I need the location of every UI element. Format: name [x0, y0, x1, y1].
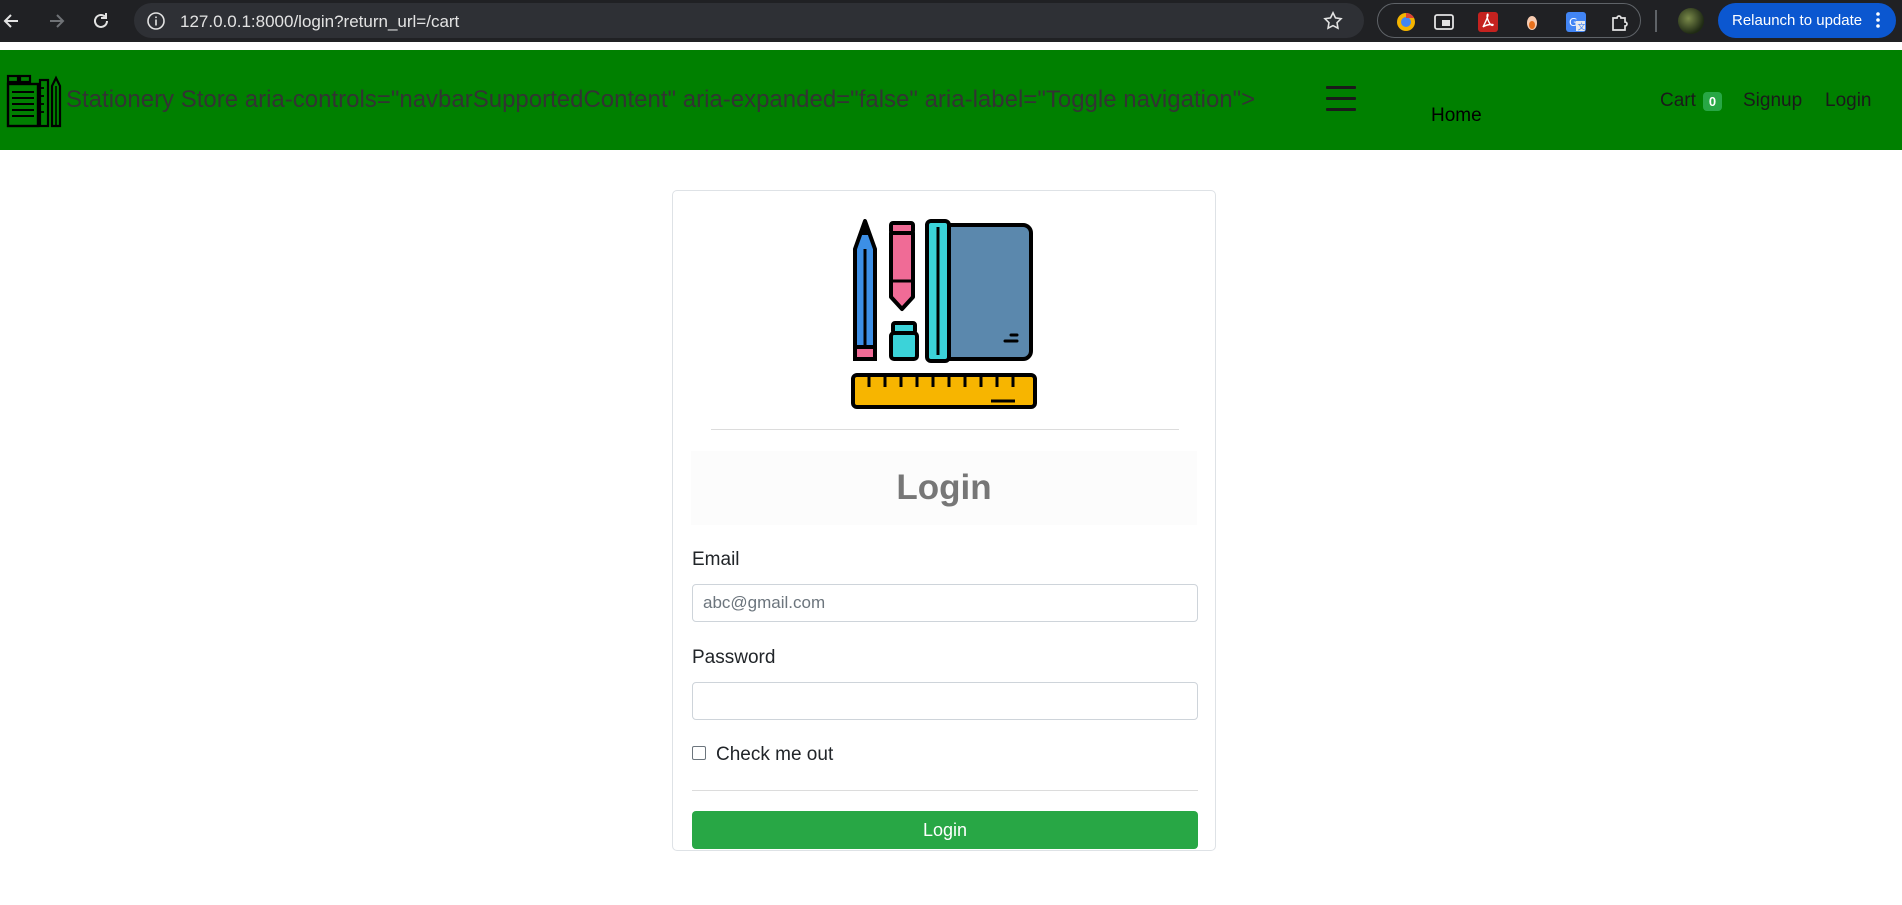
relaunch-label: Relaunch to update [1732, 12, 1863, 29]
pdf-extension-icon[interactable] [1477, 11, 1499, 33]
picture-in-picture-icon[interactable] [1433, 11, 1455, 33]
email-label: Email [692, 549, 740, 570]
login-card: Login Email Password Check me out Login [672, 190, 1216, 851]
stationery-illustration [851, 219, 1041, 415]
nav-link-signup[interactable]: Signup [1743, 90, 1802, 112]
nav-link-home[interactable]: Home [1431, 105, 1482, 127]
svg-text:文: 文 [1578, 22, 1586, 32]
password-field[interactable] [692, 682, 1198, 720]
forward-icon[interactable] [44, 9, 68, 33]
bookmark-star-icon[interactable] [1322, 10, 1344, 37]
more-menu-icon[interactable] [1868, 10, 1888, 34]
extensions-group: G文 [1377, 3, 1641, 38]
login-submit-button[interactable]: Login [692, 811, 1198, 849]
form-title-box: Login [691, 451, 1197, 525]
store-logo-icon[interactable] [6, 70, 66, 130]
nav-link-cart[interactable]: Cart 0 [1660, 90, 1723, 112]
record-extension-icon[interactable] [1521, 11, 1543, 33]
brand-name[interactable]: Stationery Store aria-controls="navbarSu… [66, 86, 1255, 114]
toolbar-divider [1655, 10, 1657, 32]
divider [692, 790, 1198, 791]
navbar-toggle-icon[interactable] [1326, 86, 1356, 112]
site-navbar: Stationery Store aria-controls="navbarSu… [0, 50, 1902, 150]
email-field[interactable] [692, 584, 1198, 622]
translate-extension-icon[interactable]: G文 [1565, 11, 1587, 33]
relaunch-button[interactable]: Relaunch to update [1718, 3, 1896, 38]
url-text: 127.0.0.1:8000/login?return_url=/cart [180, 12, 460, 31]
cart-count-badge: 0 [1702, 91, 1723, 111]
check-me-out-row[interactable]: Check me out [692, 744, 833, 766]
site-info-icon[interactable] [146, 11, 166, 36]
extensions-puzzle-icon[interactable] [1609, 11, 1631, 33]
check-me-out-checkbox[interactable] [692, 746, 706, 760]
browser-toolbar: 127.0.0.1:8000/login?return_url=/cart G文… [0, 0, 1902, 42]
password-label: Password [692, 647, 776, 668]
reload-icon[interactable] [89, 9, 113, 33]
page-title: Login [896, 468, 992, 507]
nav-cart-label: Cart [1660, 90, 1696, 111]
back-icon[interactable] [0, 9, 24, 33]
address-bar[interactable]: 127.0.0.1:8000/login?return_url=/cart [134, 3, 1364, 38]
nav-link-login[interactable]: Login [1825, 90, 1872, 112]
chrome-extension-icon[interactable] [1395, 11, 1417, 33]
divider [711, 429, 1179, 430]
check-me-out-label[interactable]: Check me out [716, 744, 833, 766]
profile-avatar[interactable] [1678, 8, 1704, 34]
